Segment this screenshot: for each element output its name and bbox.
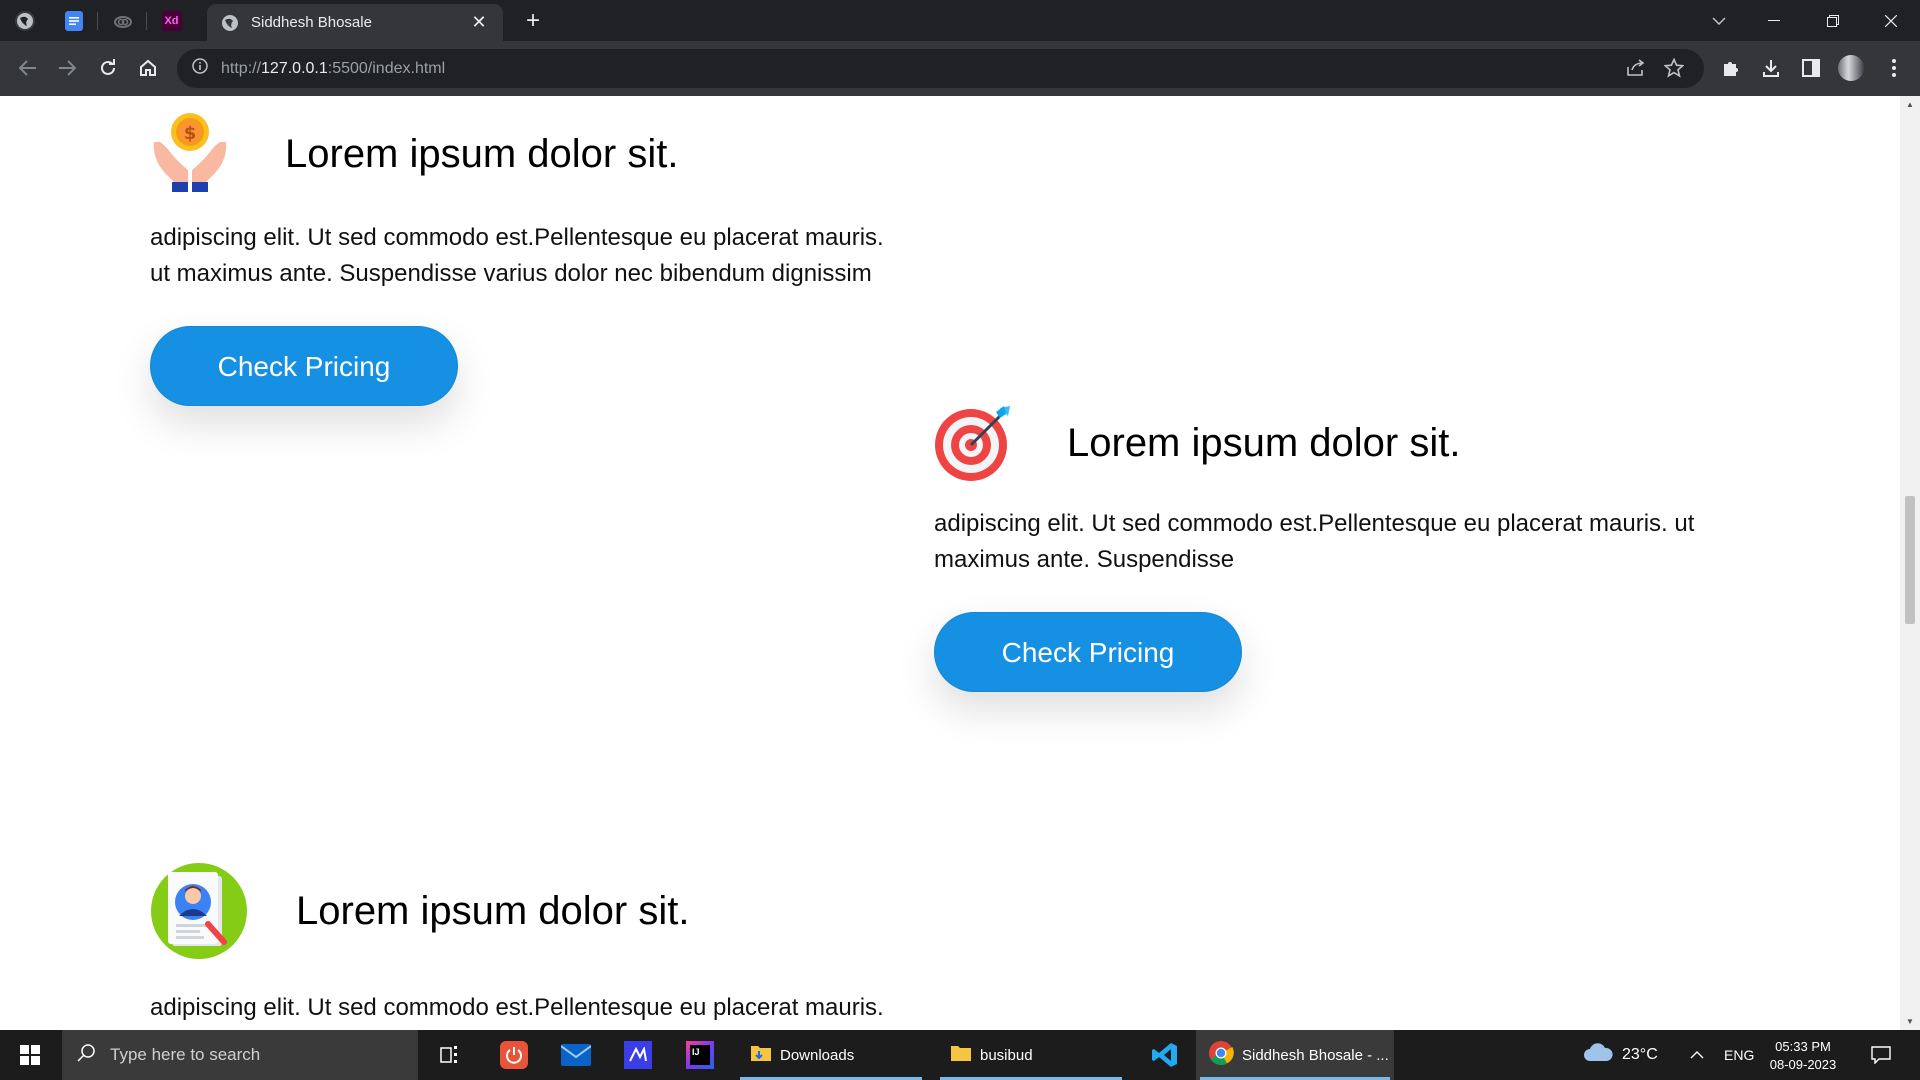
- visual-studio-app-icon[interactable]: [614, 1030, 662, 1080]
- feature-card-pricing: $ Lorem ipsum dolor sit. adipiscing elit…: [150, 112, 950, 406]
- tray-chevron-up-icon[interactable]: [1690, 1030, 1704, 1080]
- reload-icon[interactable]: [92, 52, 124, 84]
- taskbar-app-label: Siddhesh Bhosale - ...: [1242, 1046, 1389, 1064]
- card-body-line: adipiscing elit. Ut sed commodo est.Pell…: [934, 510, 1695, 537]
- page-scrollbar[interactable]: ▲ ▼: [1900, 96, 1920, 1030]
- card-heading: Lorem ipsum dolor sit.: [296, 888, 690, 933]
- tab-siddhesh-bhosale[interactable]: Siddhesh Bhosale ✕: [207, 4, 503, 41]
- mail-icon[interactable]: [552, 1030, 600, 1080]
- search-icon: [76, 1043, 96, 1068]
- url-host: 127.0.0.1: [261, 59, 328, 77]
- creative-cloud-icon: [113, 11, 133, 31]
- chrome-icon: [1208, 1040, 1234, 1071]
- download-icon[interactable]: [1755, 52, 1787, 84]
- weather-temp: 23°C: [1622, 1046, 1658, 1063]
- adobe-xd-icon: Xd: [161, 10, 182, 31]
- tab-title: Siddhesh Bhosale: [251, 14, 372, 31]
- taskbar-app-label: busibud: [980, 1046, 1033, 1064]
- pinned-tab-globe[interactable]: [0, 0, 49, 41]
- close-window-button[interactable]: [1862, 0, 1920, 41]
- new-tab-button[interactable]: +: [520, 8, 546, 34]
- intellij-idea-icon[interactable]: IJ: [676, 1030, 724, 1080]
- browser-tab-bar: Xd Siddhesh Bhosale ✕ +: [0, 0, 1920, 41]
- scrollbar-thumb[interactable]: [1905, 496, 1915, 624]
- clock-time: 05:33 PM: [1775, 1038, 1831, 1054]
- vscode-icon[interactable]: [1140, 1030, 1190, 1080]
- extensions-puzzle-icon[interactable]: [1715, 52, 1747, 84]
- language-indicator[interactable]: ENG: [1724, 1030, 1754, 1080]
- tab-close-icon[interactable]: ✕: [469, 12, 489, 33]
- side-panel-icon[interactable]: [1795, 52, 1827, 84]
- bookmark-star-icon[interactable]: [1663, 57, 1685, 83]
- browser-toolbar: http://127.0.0.1:5500/index.html: [0, 41, 1920, 96]
- windows-taskbar: Type here to search IJ Downloads busibud: [0, 1030, 1920, 1080]
- profile-avatar[interactable]: [1835, 52, 1867, 84]
- windows-start-button[interactable]: [0, 1030, 60, 1080]
- card-body-line: maximus ante. Suspendisse: [934, 546, 1235, 573]
- card-body-line: ut maximus ante. Suspendisse varius dolo…: [150, 260, 872, 287]
- svg-text:$: $: [184, 123, 197, 144]
- target-icon: [934, 404, 1014, 482]
- forward-arrow-icon[interactable]: [51, 52, 83, 84]
- check-pricing-button[interactable]: Check Pricing: [150, 326, 458, 406]
- taskbar-app-label: Downloads: [780, 1046, 855, 1064]
- card-heading: Lorem ipsum dolor sit.: [285, 131, 679, 176]
- home-icon[interactable]: [132, 52, 164, 84]
- task-view-icon[interactable]: [430, 1030, 472, 1080]
- card-body-line: adipiscing elit. Ut sed commodo est.Pell…: [150, 224, 884, 251]
- cloud-icon: [1582, 1042, 1614, 1068]
- pinned-tab-docs[interactable]: [49, 0, 98, 41]
- page-viewport: $ Lorem ipsum dolor sit. adipiscing elit…: [0, 96, 1900, 1030]
- url-text[interactable]: http://127.0.0.1:5500/index.html: [221, 60, 445, 78]
- folder-icon: [950, 1043, 972, 1068]
- scroll-up-arrow-icon[interactable]: ▲: [1905, 100, 1915, 109]
- url-path: :5500/index.html: [327, 59, 446, 77]
- minimize-button[interactable]: [1745, 0, 1803, 41]
- weather-widget[interactable]: 23°C: [1582, 1030, 1658, 1080]
- taskbar-app-chrome[interactable]: Siddhesh Bhosale - ...: [1196, 1030, 1394, 1080]
- scroll-down-arrow-icon[interactable]: ▼: [1905, 1017, 1915, 1026]
- site-info-icon[interactable]: [192, 58, 208, 79]
- check-pricing-button[interactable]: Check Pricing: [934, 612, 1242, 692]
- restore-button[interactable]: [1804, 0, 1862, 41]
- hands-coin-icon: $: [150, 112, 230, 196]
- card-heading: Lorem ipsum dolor sit.: [1067, 420, 1461, 465]
- globe-icon: [221, 14, 239, 32]
- notifications-icon[interactable]: [1866, 1030, 1896, 1080]
- menu-kebab-icon[interactable]: [1878, 52, 1910, 84]
- power-app-icon[interactable]: [490, 1030, 538, 1080]
- clock-date: 08-09-2023: [1769, 1056, 1837, 1072]
- feature-card-target: Lorem ipsum dolor sit. adipiscing elit. …: [934, 404, 1794, 692]
- card-body-line: adipiscing elit. Ut sed commodo est.Pell…: [150, 994, 884, 1021]
- search-placeholder: Type here to search: [110, 1045, 261, 1064]
- address-bar[interactable]: http://127.0.0.1:5500/index.html: [177, 49, 1704, 88]
- clock[interactable]: 05:33 PM 08-09-2023: [1768, 1030, 1838, 1080]
- back-arrow-icon[interactable]: [12, 52, 44, 84]
- share-icon[interactable]: [1626, 59, 1646, 82]
- taskbar-search-box[interactable]: Type here to search: [62, 1030, 418, 1080]
- pinned-tab-creative-cloud[interactable]: [98, 0, 147, 41]
- folder-icon: [750, 1043, 772, 1068]
- url-scheme: http://: [221, 59, 262, 77]
- taskbar-app-downloads[interactable]: Downloads: [736, 1030, 926, 1080]
- globe-icon: [14, 10, 35, 31]
- pinned-tab-adobe-xd[interactable]: Xd: [147, 0, 196, 41]
- feature-card-profile: Lorem ipsum dolor sit. adipiscing elit. …: [150, 862, 950, 1026]
- taskbar-app-busibud[interactable]: busibud: [936, 1030, 1126, 1080]
- tab-search-chevron-down-icon[interactable]: [1690, 0, 1748, 41]
- profile-search-icon: [150, 862, 248, 960]
- docs-icon: [64, 10, 83, 31]
